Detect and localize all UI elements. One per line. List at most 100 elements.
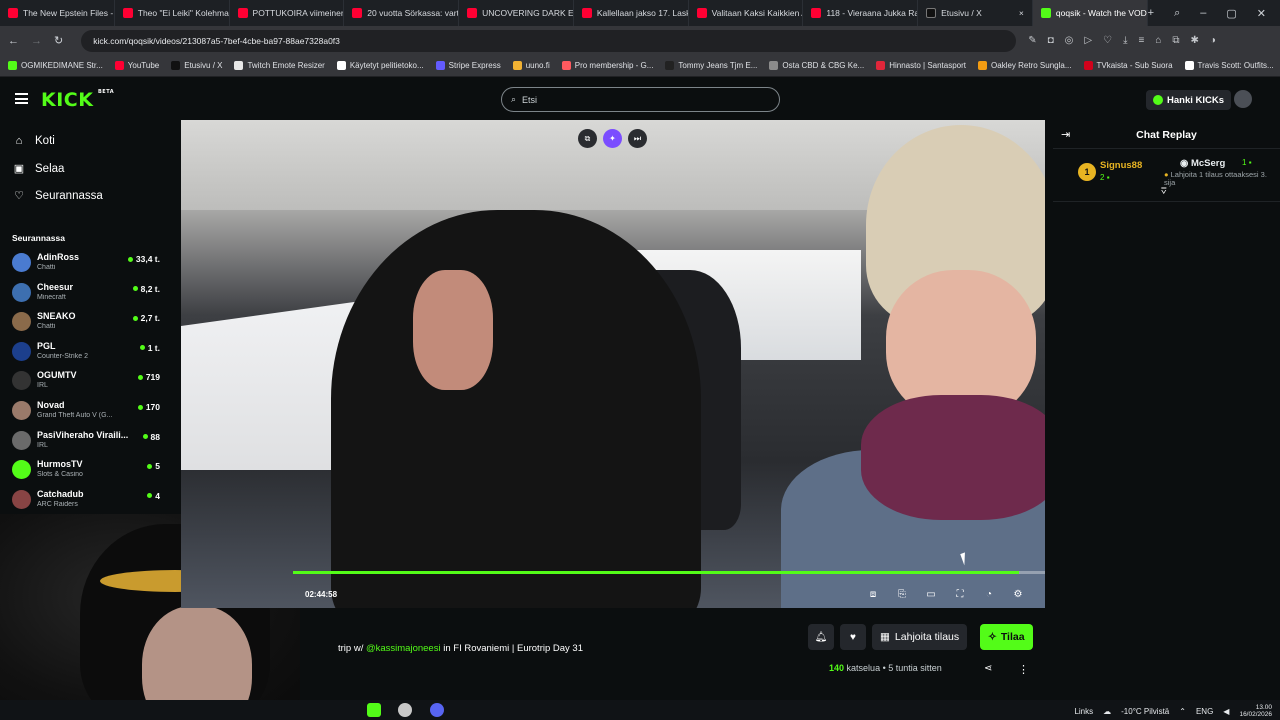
- bookmark-item[interactable]: uuno.fi: [512, 61, 550, 70]
- lang-label[interactable]: ENG: [1196, 707, 1213, 716]
- channel-item[interactable]: OGUMTV IRL 719: [12, 368, 162, 394]
- expand-gifters-icon[interactable]: ⩢: [1161, 186, 1166, 197]
- hamburger-menu-icon[interactable]: [15, 93, 28, 104]
- search-input[interactable]: ⌕ Etsi: [501, 87, 780, 112]
- browser-tab[interactable]: qoqsik - Watch the VOD×: [1032, 0, 1148, 26]
- weather-text[interactable]: -10°C Pilvistä: [1121, 707, 1169, 716]
- bookmark-item[interactable]: Oakley Retro Sungla...: [978, 61, 1072, 70]
- follow-button[interactable]: ♥: [840, 624, 866, 650]
- user-avatar[interactable]: [1234, 90, 1252, 108]
- new-tab-icon[interactable]: +: [1148, 7, 1154, 19]
- bookmark-item[interactable]: Osta CBD & CBG Ke...: [769, 61, 864, 70]
- notification-bell-button[interactable]: 🔔︎: [808, 624, 834, 650]
- views-count: 140: [829, 663, 845, 673]
- kick-app-icon[interactable]: [367, 703, 381, 717]
- favorite-icon[interactable]: ♡: [1103, 35, 1112, 46]
- channel-avatar: [12, 489, 31, 509]
- rank-1-badge: 1: [1078, 163, 1096, 181]
- clock[interactable]: 13.00 16/02/2026: [1239, 704, 1272, 718]
- extension-icon[interactable]: ⧉: [1172, 35, 1179, 46]
- bookmark-item[interactable]: YouTube: [114, 61, 159, 70]
- discord-icon[interactable]: [430, 703, 444, 717]
- share-icon[interactable]: ⋖: [984, 663, 992, 674]
- channel-item[interactable]: AdinRoss Chatti 33,4 t.: [12, 250, 162, 276]
- browser-tab[interactable]: Etusivu / X ×: [918, 0, 1033, 26]
- channel-item[interactable]: PGL Counter-Strike 2 1 t.: [12, 339, 162, 365]
- maximize-icon[interactable]: ▢: [1226, 7, 1236, 20]
- channel-item[interactable]: Novad Grand Theft Auto V (G... 170: [12, 398, 162, 424]
- subscribe-button[interactable]: ✧ Tilaa: [980, 624, 1033, 650]
- app-icon[interactable]: [398, 703, 412, 717]
- pip-icon[interactable]: ⧈: [866, 587, 880, 601]
- close-tab-icon[interactable]: ×: [1019, 8, 1024, 18]
- settings-gear-icon[interactable]: ⚙: [1011, 587, 1025, 601]
- close-window-icon[interactable]: ✕: [1257, 7, 1266, 20]
- play-icon[interactable]: ▷: [1084, 35, 1092, 46]
- sparkle-icon[interactable]: ✦: [603, 129, 622, 148]
- video-progress-bar[interactable]: [293, 571, 1045, 574]
- bookmark-item[interactable]: Travis Scott: Outfits...: [1184, 61, 1274, 70]
- reload-icon[interactable]: ↻: [54, 34, 63, 47]
- bookmark-item[interactable]: TVkaista - Sub Suora: [1083, 61, 1173, 70]
- browser-tab[interactable]: 118 - Vieraana Jukka Rasi×: [803, 0, 919, 26]
- get-kicks-button[interactable]: Hanki KICKs: [1146, 90, 1232, 110]
- channel-category: Chatti: [37, 323, 56, 331]
- browser-tab[interactable]: 20 vuotta Sörkassa: vartij×: [344, 0, 460, 26]
- live-dot-icon: [147, 493, 153, 499]
- camera-icon[interactable]: ◘: [1048, 35, 1054, 46]
- channel-item[interactable]: Cheesur Minecraft 8,2 t.: [12, 280, 162, 306]
- clock-time: 13.00: [1255, 704, 1272, 711]
- channel-item[interactable]: HurmosTV Slots & Casino 5: [12, 457, 162, 483]
- video-player[interactable]: ⧉ ✦ ⏭ 02:44:58 ⧈ ⎘ ▭ ⛶ ◔ ⚙: [181, 120, 1045, 608]
- channel-item[interactable]: SNEAKO Chatti 2,7 t.: [12, 309, 162, 335]
- download-icon[interactable]: ⤓: [1123, 35, 1127, 46]
- menu-icon[interactable]: ≡: [1138, 35, 1144, 46]
- clip-icon[interactable]: ⧉: [578, 129, 597, 148]
- nav-browse[interactable]: ▣ Selaa: [13, 162, 65, 176]
- browser-tab[interactable]: UNCOVERING DARK EPST×: [459, 0, 574, 26]
- url-text: kick.com/qoqsik/videos/213087a5-7bef-4cb…: [93, 35, 340, 46]
- browser-tab[interactable]: POTTUKOIRA viimeinen×: [230, 0, 345, 26]
- browser-tab[interactable]: Theo "Ei Leiki" Kolehmain×: [115, 0, 230, 26]
- links-label[interactable]: Links: [1074, 707, 1093, 716]
- bookmark-item[interactable]: Stripe Express: [435, 61, 501, 70]
- browser-tab[interactable]: The New Epstein Files - Fu×: [0, 0, 115, 26]
- fullscreen-icon[interactable]: ⛶: [953, 587, 967, 601]
- bookmark-item[interactable]: Pro membership - G...: [561, 61, 653, 70]
- puzzle-icon[interactable]: ✱: [1191, 35, 1199, 46]
- clip-button-icon[interactable]: ⎘: [895, 587, 909, 601]
- bookmark-item[interactable]: Etusivu / X: [171, 61, 222, 70]
- url-bar[interactable]: kick.com/qoqsik/videos/213087a5-7bef-4cb…: [81, 29, 1017, 52]
- lock-icon[interactable]: ⌂: [1155, 35, 1161, 46]
- browser-tab[interactable]: Valitaan Kaksi Kaikkien Ai×: [689, 0, 804, 26]
- settings-icon[interactable]: ◎: [1065, 35, 1074, 46]
- forward-icon[interactable]: →: [31, 35, 42, 47]
- volume-icon[interactable]: ◀: [1223, 707, 1229, 716]
- minimize-icon[interactable]: –: [1200, 7, 1206, 19]
- nav-home[interactable]: ⌂ Koti: [13, 135, 55, 147]
- search-tabs-icon[interactable]: ⌕: [1174, 7, 1180, 20]
- profile-icon[interactable]: ◑: [1210, 35, 1216, 46]
- stream-mention[interactable]: @kassimajoneesi: [366, 643, 441, 654]
- bookmark-item[interactable]: OGMIKEDIMANE Str...: [8, 61, 103, 70]
- more-options-icon[interactable]: ⋮: [1018, 663, 1029, 676]
- second-gifter-name[interactable]: ◉ McSerg: [1180, 158, 1225, 169]
- edit-icon[interactable]: ✎: [1028, 35, 1036, 46]
- theater-mode-icon[interactable]: ▭: [924, 587, 938, 601]
- top-gifter-name[interactable]: Signus88: [1100, 160, 1142, 171]
- tray-arrow-icon[interactable]: ⌃: [1179, 707, 1186, 716]
- nav-following[interactable]: ♡ Seurannassa: [13, 189, 103, 203]
- bookmark-item[interactable]: Twitch Emote Resizer: [234, 61, 325, 70]
- stream-location: FI Rovaniemi: [453, 643, 510, 654]
- kick-logo[interactable]: KICK BETA: [41, 89, 114, 111]
- browser-tab[interactable]: Kallellaan jakso 17. Lasket×: [574, 0, 689, 26]
- bookmark-item[interactable]: Tommy Jeans Tjm E...: [665, 61, 757, 70]
- back-icon[interactable]: ←: [8, 35, 19, 47]
- channel-item[interactable]: Catchadub ARC Raiders 4: [12, 487, 162, 513]
- skip-icon[interactable]: ⏭: [628, 129, 647, 148]
- bookmark-item[interactable]: Hinnasto | Santasport: [876, 61, 966, 70]
- channel-item[interactable]: PasiViheraho Viraili... IRL 88: [12, 428, 162, 454]
- speed-icon[interactable]: ◔: [982, 587, 996, 601]
- gift-sub-button[interactable]: ▦ Lahjoita tilaus: [872, 624, 968, 650]
- bookmark-item[interactable]: Käytetyt pelitietoko...: [336, 61, 424, 70]
